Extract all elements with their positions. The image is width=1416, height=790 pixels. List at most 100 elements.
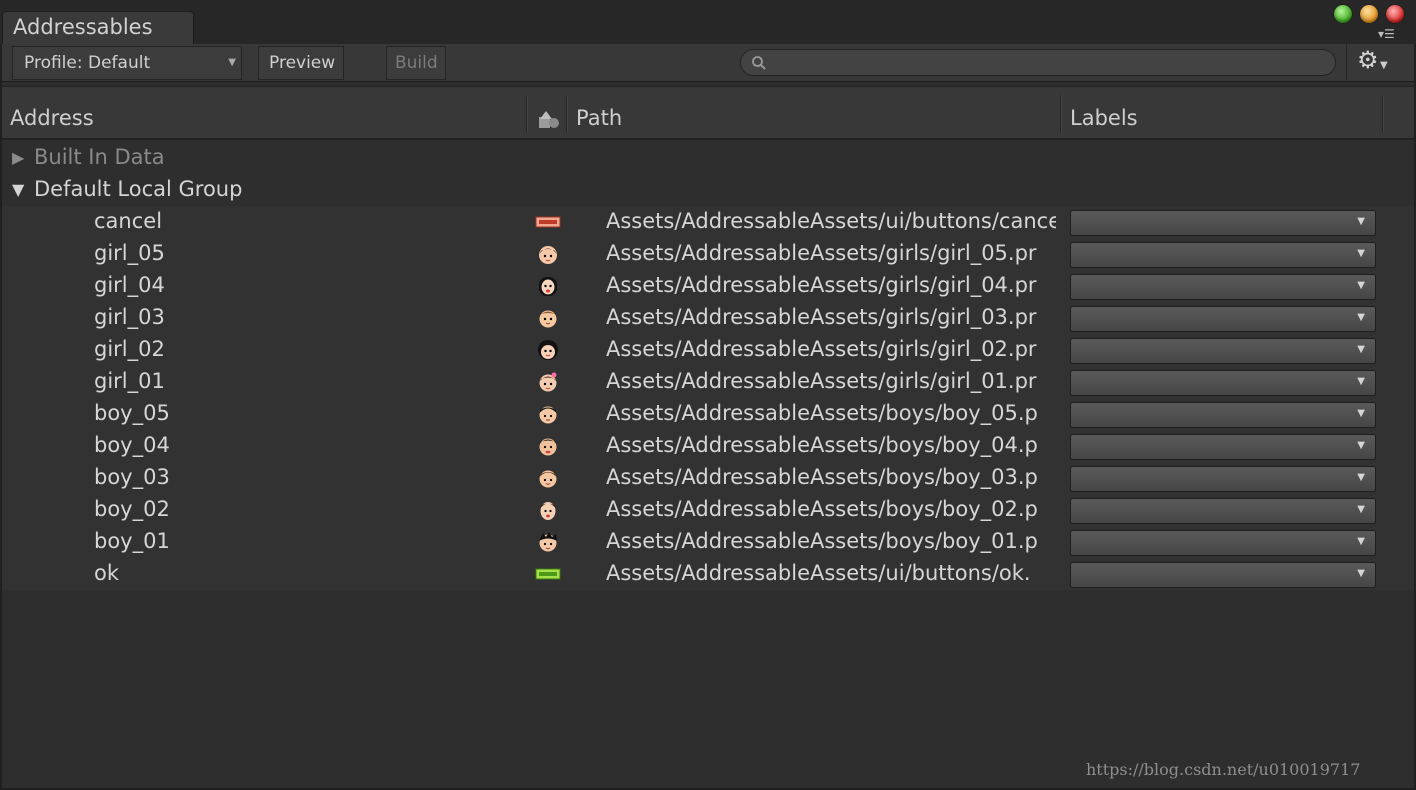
- boy-face-icon: [539, 438, 557, 456]
- entry-path: Assets/AddressableAssets/boys/boy_02.p: [606, 497, 1038, 521]
- table-row[interactable]: boy_04 Assets/AddressableAssets/boys/boy…: [2, 430, 1414, 462]
- entry-address: girl_05: [94, 241, 165, 265]
- preview-label: Preview: [269, 53, 336, 73]
- girl-face-icon: [539, 372, 557, 392]
- gear-icon: ⚙: [1357, 46, 1379, 74]
- button-thumbnail-icon: [535, 216, 561, 228]
- window-menu-icon[interactable]: ▾☰: [1378, 27, 1408, 41]
- column-divider[interactable]: [1382, 95, 1384, 133]
- entry-address: boy_04: [94, 433, 170, 457]
- build-button[interactable]: Build: [386, 46, 446, 80]
- labels-dropdown[interactable]: ▼: [1070, 338, 1376, 364]
- boy-face-icon: [539, 470, 557, 488]
- table-row[interactable]: girl_03 Assets/AddressableAssets/girls/g…: [2, 302, 1414, 334]
- column-divider[interactable]: [526, 95, 528, 133]
- minimize-button[interactable]: [1360, 5, 1378, 23]
- labels-dropdown[interactable]: ▼: [1070, 562, 1376, 588]
- chevron-down-icon: ▼: [1357, 248, 1365, 259]
- entry-address: girl_01: [94, 369, 165, 393]
- toolbar: Profile: Default ▼ Preview Build ⚙ ▼: [0, 44, 1416, 82]
- group-name: Default Local Group: [34, 177, 243, 201]
- button-thumbnail-icon: [535, 568, 561, 580]
- tab-addressables[interactable]: Addressables: [2, 11, 194, 44]
- entry-path: Assets/AddressableAssets/girls/girl_02.p…: [606, 337, 1037, 361]
- watermark: https://blog.csdn.net/u010019717: [1086, 760, 1361, 779]
- table-row[interactable]: girl_02 Assets/AddressableAssets/girls/g…: [2, 334, 1414, 366]
- entry-address: girl_02: [94, 337, 165, 361]
- labels-dropdown[interactable]: ▼: [1070, 498, 1376, 524]
- table-row[interactable]: girl_04 Assets/AddressableAssets/girls/g…: [2, 270, 1414, 302]
- entry-path: Assets/AddressableAssets/boys/boy_01.p: [606, 529, 1038, 553]
- entry-address: boy_01: [94, 529, 170, 553]
- table-row[interactable]: boy_01 Assets/AddressableAssets/boys/boy…: [2, 526, 1414, 558]
- girl-face-icon: [538, 340, 558, 360]
- chevron-down-icon: ▼: [1357, 216, 1365, 227]
- table-row[interactable]: boy_05 Assets/AddressableAssets/boys/boy…: [2, 398, 1414, 430]
- entry-path: Assets/AddressableAssets/girls/girl_01.p…: [606, 369, 1037, 393]
- column-divider[interactable]: [566, 95, 568, 133]
- labels-dropdown[interactable]: ▼: [1070, 274, 1376, 300]
- labels-dropdown[interactable]: ▼: [1070, 402, 1376, 428]
- labels-dropdown[interactable]: ▼: [1070, 210, 1376, 236]
- boy-face-icon: [539, 532, 557, 552]
- group-name: Built In Data: [34, 145, 165, 169]
- column-header-path[interactable]: Path: [576, 106, 622, 130]
- labels-dropdown[interactable]: ▼: [1070, 530, 1376, 556]
- tab-title: Addressables: [13, 15, 153, 39]
- table-row[interactable]: ok Assets/AddressableAssets/ui/buttons/o…: [2, 558, 1414, 590]
- chevron-down-icon: ▼: [1357, 472, 1365, 483]
- labels-dropdown[interactable]: ▼: [1070, 370, 1376, 396]
- entry-path: Assets/AddressableAssets/boys/boy_03.p: [606, 465, 1038, 489]
- expand-arrow-icon[interactable]: ▶: [12, 148, 24, 167]
- collapse-arrow-icon[interactable]: ▼: [12, 180, 24, 199]
- settings-button[interactable]: ⚙ ▼: [1346, 44, 1415, 80]
- chevron-down-icon: ▼: [228, 57, 236, 68]
- table-row[interactable]: girl_01 Assets/AddressableAssets/girls/g…: [2, 366, 1414, 398]
- girl-face-icon: [539, 246, 557, 264]
- boy-face-icon: [539, 406, 557, 424]
- labels-dropdown[interactable]: ▼: [1070, 434, 1376, 460]
- entry-path: Assets/AddressableAssets/girls/girl_05.p…: [606, 241, 1037, 265]
- table-row[interactable]: girl_05 Assets/AddressableAssets/girls/g…: [2, 238, 1414, 270]
- chevron-down-icon: ▼: [1357, 568, 1365, 579]
- column-header-labels[interactable]: Labels: [1070, 106, 1138, 130]
- close-button[interactable]: [1386, 5, 1404, 23]
- labels-dropdown[interactable]: ▼: [1070, 242, 1376, 268]
- chevron-down-icon: ▼: [1357, 280, 1365, 291]
- chevron-down-icon: ▼: [1357, 440, 1365, 451]
- chevron-down-icon: ▼: [1357, 344, 1365, 355]
- girl-face-icon: [539, 310, 557, 328]
- table-row[interactable]: boy_03 Assets/AddressableAssets/boys/boy…: [2, 462, 1414, 494]
- entry-address: boy_02: [94, 497, 170, 521]
- search-icon: [752, 56, 766, 70]
- labels-dropdown[interactable]: ▼: [1070, 466, 1376, 492]
- entry-address: boy_03: [94, 465, 170, 489]
- column-header: Address Path Labels: [2, 86, 1414, 140]
- window-title-bar: Addressables ▾☰: [0, 0, 1416, 44]
- table-row[interactable]: boy_02 Assets/AddressableAssets/boys/boy…: [2, 494, 1414, 526]
- chevron-down-icon: ▼: [1357, 312, 1365, 323]
- entry-address: girl_04: [94, 273, 165, 297]
- chevron-down-icon: ▼: [1357, 408, 1365, 419]
- table-row[interactable]: cancel Assets/AddressableAssets/ui/butto…: [2, 206, 1414, 238]
- chevron-down-icon: ▼: [1357, 504, 1365, 515]
- group-row-built-in-data[interactable]: ▶ Built In Data: [0, 142, 1416, 174]
- group-row-default-local-group[interactable]: ▼ Default Local Group: [0, 174, 1416, 206]
- chevron-down-icon: ▼: [1357, 376, 1365, 387]
- preview-button[interactable]: Preview: [258, 46, 344, 80]
- chevron-down-icon: ▼: [1380, 60, 1388, 71]
- labels-dropdown[interactable]: ▼: [1070, 306, 1376, 332]
- column-divider[interactable]: [1060, 95, 1062, 133]
- profile-label: Profile: Default: [24, 53, 151, 73]
- search-field[interactable]: [740, 49, 1336, 76]
- entry-address: cancel: [94, 209, 163, 233]
- profile-dropdown[interactable]: Profile: Default ▼: [12, 46, 242, 80]
- entry-address: ok: [94, 561, 120, 585]
- entry-path: Assets/AddressableAssets/girls/girl_03.p…: [606, 305, 1037, 329]
- boy-face-icon: [540, 502, 556, 520]
- build-label: Build: [395, 53, 438, 73]
- search-input[interactable]: [771, 52, 1325, 75]
- maximize-button[interactable]: [1334, 5, 1352, 23]
- column-header-address[interactable]: Address: [10, 106, 94, 130]
- entry-address: girl_03: [94, 305, 165, 329]
